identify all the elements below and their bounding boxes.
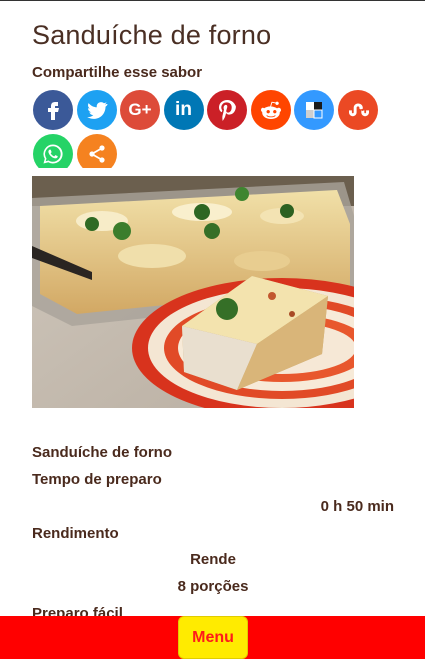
page-title: Sanduíche de forno: [32, 20, 272, 51]
google-plus-icon: G+: [128, 100, 152, 119]
prep-time-value: 0 h 50 min: [320, 498, 394, 515]
menu-button[interactable]: Menu: [178, 616, 248, 659]
share-pinterest-button[interactable]: [207, 90, 247, 130]
yield-caption: Rende: [32, 551, 394, 568]
stumbleupon-icon: [348, 103, 369, 117]
facebook-icon: [48, 102, 59, 120]
linkedin-icon: in: [175, 99, 192, 120]
recipe-photo: [32, 176, 354, 408]
top-divider: [0, 0, 425, 1]
share-more-button[interactable]: [76, 134, 117, 168]
share-google-plus-button[interactable]: G+: [120, 90, 160, 130]
share-facebook-button[interactable]: [33, 90, 73, 130]
whatsapp-icon: [43, 144, 63, 164]
share-reddit-button[interactable]: [250, 90, 291, 130]
yield-value: 8 porções: [177, 578, 249, 595]
yield-caption-text: Rende: [190, 551, 236, 568]
pinterest-icon: [219, 100, 236, 121]
share-whatsapp-button[interactable]: [33, 134, 73, 168]
share-buttons-row-2: [33, 134, 117, 168]
twitter-icon: [86, 102, 108, 119]
delicious-icon: [306, 102, 323, 119]
reddit-icon: [260, 101, 281, 119]
share-icon: [88, 145, 105, 163]
share-delicious-button[interactable]: [294, 90, 334, 130]
share-linkedin-button[interactable]: in: [163, 90, 204, 130]
share-buttons-row: G+ in: [33, 90, 378, 130]
recipe-name: Sanduíche de forno: [32, 444, 173, 461]
share-stumbleupon-button[interactable]: [337, 90, 378, 130]
share-twitter-button[interactable]: [76, 90, 117, 130]
share-label: Compartilhe esse sabor: [32, 64, 203, 81]
prep-time-label: Tempo de preparo: [32, 471, 162, 488]
yield-label: Rendimento: [32, 525, 119, 542]
